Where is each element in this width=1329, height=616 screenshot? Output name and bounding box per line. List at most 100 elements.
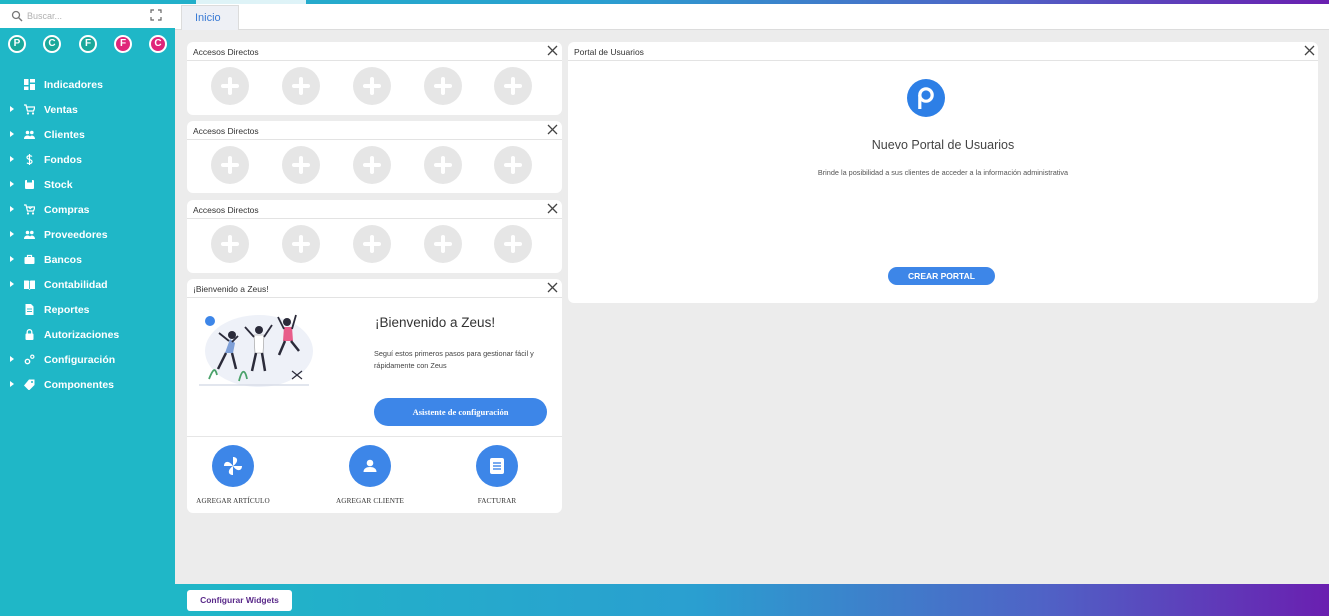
search-input[interactable] — [27, 8, 137, 24]
sidebar-item-fondos[interactable]: Fondos — [0, 147, 175, 172]
widget-divider — [187, 139, 562, 140]
company-avatar-1[interactable]: C — [43, 35, 61, 53]
invoice-action[interactable]: FACTURAR — [447, 445, 547, 505]
caret-right-icon — [10, 356, 14, 362]
sidebar-item-label: Configuración — [44, 354, 116, 366]
sidebar-item-stock[interactable]: Stock — [0, 172, 175, 197]
dashboard-icon — [24, 79, 35, 90]
cart-check-icon — [24, 204, 35, 215]
sidebar-item-contabilidad[interactable]: Contabilidad — [0, 272, 175, 297]
add-shortcut-button[interactable] — [211, 146, 249, 184]
add-shortcut-button[interactable] — [424, 225, 462, 263]
tab-inicio[interactable]: Inicio — [181, 5, 239, 30]
pinwheel-icon — [224, 457, 242, 475]
widget-title: Accesos Directos — [193, 126, 259, 136]
add-shortcut-button[interactable] — [424, 146, 462, 184]
widget-title: Accesos Directos — [193, 205, 259, 215]
company-avatar-3[interactable]: F — [114, 35, 132, 53]
company-avatar-4[interactable]: C — [149, 35, 167, 53]
sidebar-item-label: Proveedores — [44, 229, 108, 241]
sidebar-item-autorizaciones[interactable]: Autorizaciones — [0, 322, 175, 347]
caret-right-icon — [10, 131, 14, 137]
sidebar-item-label: Componentes — [44, 379, 115, 391]
sidebar-item-label: Autorizaciones — [44, 329, 120, 341]
shortcuts-widget-3: Accesos Directos — [187, 200, 562, 273]
sidebar-item-label: Clientes — [44, 129, 85, 141]
add-article-action[interactable]: AGREGAR ARTÍCULO — [183, 445, 283, 505]
invoice-button[interactable] — [476, 445, 518, 487]
create-portal-button[interactable]: CREAR PORTAL — [888, 267, 995, 285]
add-shortcut-button[interactable] — [353, 225, 391, 263]
setup-wizard-button[interactable]: Asistente de configuración — [374, 398, 547, 426]
people-icon — [24, 230, 35, 239]
caret-right-icon — [10, 156, 14, 162]
sidebar-item-componentes[interactable]: Componentes — [0, 372, 175, 397]
sidebar-item-compras[interactable]: Compras — [0, 197, 175, 222]
add-shortcut-button[interactable] — [211, 225, 249, 263]
sidebar: P C F F C Indicadores Ventas Clientes Fo… — [0, 4, 175, 616]
sidebar-item-indicadores[interactable]: Indicadores — [0, 72, 175, 97]
close-icon[interactable] — [1304, 45, 1315, 56]
portal-subtitle: Brinde la posibilidad a sus clientes de … — [817, 168, 1069, 177]
caret-right-icon — [10, 381, 14, 387]
add-client-button[interactable] — [349, 445, 391, 487]
action-label: AGREGAR CLIENTE — [336, 497, 404, 505]
sidebar-item-label: Indicadores — [44, 79, 103, 91]
sidebar-item-reportes[interactable]: Reportes — [0, 297, 175, 322]
sidebar-item-bancos[interactable]: Bancos — [0, 247, 175, 272]
add-shortcut-button[interactable] — [282, 225, 320, 263]
sidebar-item-configuracion[interactable]: Configuración — [0, 347, 175, 372]
sidebar-item-label: Bancos — [44, 254, 82, 266]
add-shortcut-button[interactable] — [494, 225, 532, 263]
widget-divider — [187, 297, 562, 298]
action-label: AGREGAR ARTÍCULO — [196, 497, 270, 505]
add-shortcut-button[interactable] — [353, 67, 391, 105]
document-icon — [25, 304, 34, 315]
add-client-action[interactable]: AGREGAR CLIENTE — [320, 445, 420, 505]
sidebar-item-clientes[interactable]: Clientes — [0, 122, 175, 147]
welcome-title: ¡Bienvenido a Zeus! — [375, 315, 496, 330]
people-icon — [24, 130, 35, 139]
caret-right-icon — [10, 181, 14, 187]
add-shortcut-button[interactable] — [494, 146, 532, 184]
sidebar-item-label: Fondos — [44, 154, 82, 166]
welcome-text: Seguí estos primeros pasos para gestiona… — [374, 349, 534, 370]
lock-icon — [25, 329, 34, 340]
portal-logo-icon — [907, 79, 945, 117]
caret-right-icon — [10, 106, 14, 112]
portal-title: Nuevo Portal de Usuarios — [871, 138, 1015, 152]
close-icon[interactable] — [547, 282, 558, 293]
close-icon[interactable] — [547, 124, 558, 135]
search-icon — [11, 10, 23, 22]
sidebar-item-label: Ventas — [44, 104, 78, 116]
caret-right-icon — [10, 256, 14, 262]
tag-icon — [24, 379, 35, 390]
close-icon[interactable] — [547, 45, 558, 56]
sidebar-item-label: Reportes — [44, 304, 90, 316]
search-bar — [0, 4, 175, 28]
caret-right-icon — [10, 281, 14, 287]
close-icon[interactable] — [547, 203, 558, 214]
add-article-button[interactable] — [212, 445, 254, 487]
sidebar-menu: Indicadores Ventas Clientes Fondos Stock… — [0, 72, 175, 397]
add-shortcut-button[interactable] — [282, 67, 320, 105]
add-shortcut-button[interactable] — [494, 67, 532, 105]
configure-widgets-button[interactable]: Configurar Widgets — [187, 590, 292, 611]
widget-divider — [568, 60, 1318, 61]
add-shortcut-button[interactable] — [353, 146, 391, 184]
portal-widget: Portal de Usuarios Nuevo Portal de Usuar… — [568, 42, 1318, 303]
welcome-widget: ¡Bienvenido a Zeus! ¡Bienvenido a Zeus! … — [187, 279, 562, 513]
dollar-icon — [26, 154, 33, 165]
footer-bar: Configurar Widgets — [175, 584, 1329, 616]
sidebar-item-ventas[interactable]: Ventas — [0, 97, 175, 122]
company-avatar-0[interactable]: P — [8, 35, 26, 53]
company-avatar-2[interactable]: F — [79, 35, 97, 53]
add-shortcut-button[interactable] — [211, 67, 249, 105]
fullscreen-icon[interactable] — [150, 9, 162, 21]
add-shortcut-button[interactable] — [424, 67, 462, 105]
sidebar-item-proveedores[interactable]: Proveedores — [0, 222, 175, 247]
widget-title: Accesos Directos — [193, 47, 259, 57]
welcome-illustration — [199, 314, 313, 387]
add-shortcut-button[interactable] — [282, 146, 320, 184]
caret-right-icon — [10, 231, 14, 237]
